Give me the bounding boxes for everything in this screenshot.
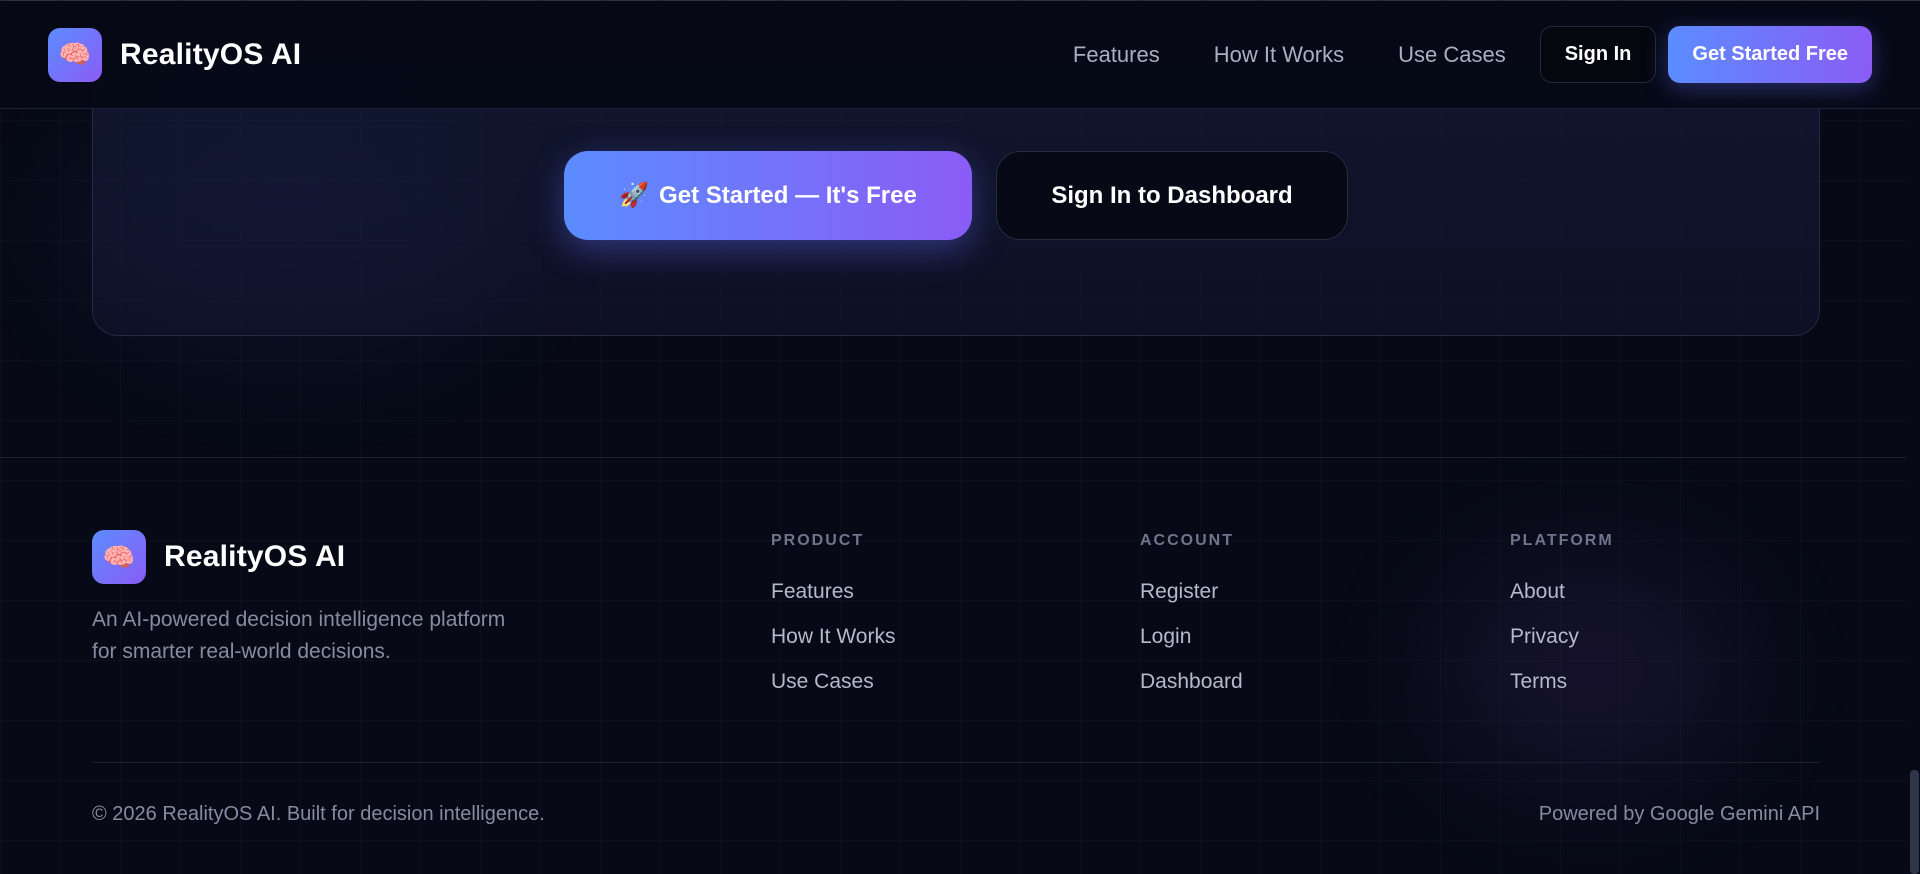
brand-name: RealityOS AI (120, 37, 302, 71)
scrollbar-thumb[interactable] (1910, 770, 1919, 874)
sign-in-button[interactable]: Sign In (1539, 26, 1657, 83)
brain-icon: 🧠 (48, 27, 102, 82)
footer-link-about[interactable]: About (1510, 578, 1614, 605)
cta-primary-label: Get Started — It's Free (659, 181, 917, 209)
footer-brand-link[interactable]: 🧠 RealityOS AI (92, 530, 512, 584)
nav-menu: Features How It Works Use Cases Sign In … (1073, 26, 1872, 83)
footer-divider (92, 762, 1820, 763)
top-navbar: 🧠 RealityOS AI Features How It Works Use… (0, 0, 1920, 109)
footer-column-title: PRODUCT (771, 532, 865, 549)
footer-link-register[interactable]: Register (1140, 578, 1243, 605)
footer-link-dashboard[interactable]: Dashboard (1140, 668, 1243, 695)
copyright-text: © 2026 RealityOS AI. Built for decision … (92, 803, 545, 825)
footer-column-title: ACCOUNT (1140, 532, 1234, 549)
brand-link[interactable]: 🧠 RealityOS AI (48, 27, 302, 82)
footer-column-product: PRODUCT Features How It Works Use Cases (771, 530, 895, 713)
get-started-free-cta-button[interactable]: 🚀 Get Started — It's Free (564, 151, 972, 240)
footer-link-how-it-works[interactable]: How It Works (771, 623, 895, 650)
footer-link-privacy[interactable]: Privacy (1510, 623, 1614, 650)
cta-secondary-label: Sign In to Dashboard (1051, 181, 1293, 209)
sign-in-dashboard-cta-button[interactable]: Sign In to Dashboard (996, 151, 1348, 240)
brain-icon: 🧠 (92, 530, 146, 584)
powered-by-text: Powered by Google Gemini API (1538, 803, 1820, 825)
footer-column-platform: PLATFORM About Privacy Terms (1510, 530, 1614, 713)
rocket-icon: 🚀 (619, 182, 650, 209)
get-started-free-button[interactable]: Get Started Free (1668, 26, 1872, 83)
scrollbar-track[interactable] (1909, 109, 1920, 874)
nav-link-use-cases[interactable]: Use Cases (1398, 42, 1506, 68)
footer-column-account: ACCOUNT Register Login Dashboard (1140, 530, 1243, 713)
footer-description: An AI-powered decision intelligence plat… (92, 608, 506, 663)
footer-column-title: PLATFORM (1510, 532, 1614, 549)
footer-link-login[interactable]: Login (1140, 623, 1243, 650)
nav-link-features[interactable]: Features (1073, 42, 1160, 68)
cta-buttons: 🚀 Get Started — It's Free Sign In to Das… (564, 151, 1348, 240)
footer-brand-name: RealityOS AI (164, 540, 346, 573)
footer-link-terms[interactable]: Terms (1510, 668, 1614, 695)
footer-link-use-cases[interactable]: Use Cases (771, 668, 895, 695)
footer-link-features[interactable]: Features (771, 578, 895, 605)
footer-brand: 🧠 RealityOS AI An AI-powered decision in… (92, 530, 512, 668)
nav-link-how-it-works[interactable]: How It Works (1214, 42, 1344, 68)
section-divider (0, 457, 1906, 458)
